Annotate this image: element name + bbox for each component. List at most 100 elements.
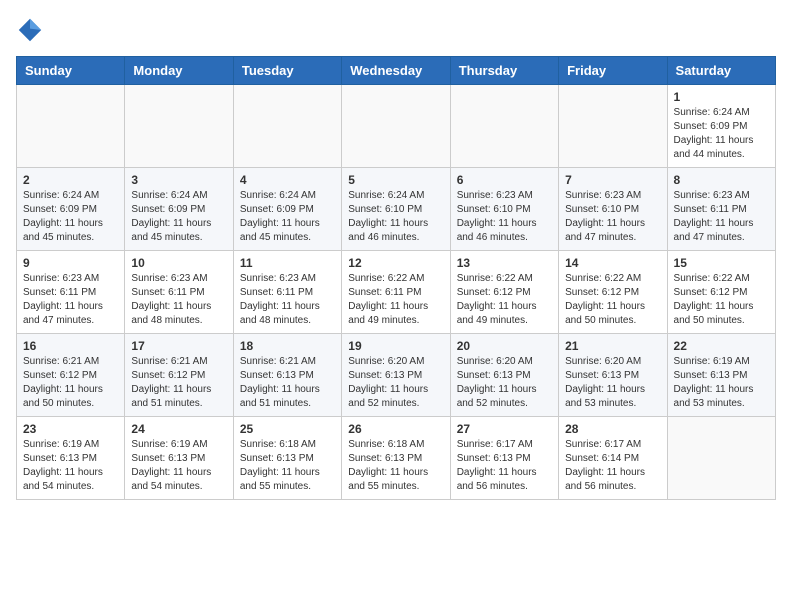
calendar-header-wednesday: Wednesday [342, 57, 450, 85]
day-number: 23 [23, 422, 118, 436]
calendar-cell: 20 Sunrise: 6:20 AM Sunset: 6:13 PM Dayli… [450, 334, 558, 417]
calendar-week-3: 9 Sunrise: 6:23 AM Sunset: 6:11 PM Daylig… [17, 251, 776, 334]
day-number: 20 [457, 339, 552, 353]
day-number: 5 [348, 173, 443, 187]
calendar-cell: 24 Sunrise: 6:19 AM Sunset: 6:13 PM Dayli… [125, 417, 233, 500]
day-number: 9 [23, 256, 118, 270]
logo [16, 16, 48, 44]
calendar-cell: 27 Sunrise: 6:17 AM Sunset: 6:13 PM Dayli… [450, 417, 558, 500]
day-number: 25 [240, 422, 335, 436]
day-number: 24 [131, 422, 226, 436]
calendar-cell: 12 Sunrise: 6:22 AM Sunset: 6:11 PM Dayli… [342, 251, 450, 334]
day-info: Sunrise: 6:23 AM Sunset: 6:11 PM Dayligh… [674, 189, 769, 245]
calendar-week-4: 16 Sunrise: 6:21 AM Sunset: 6:12 PM Dayli… [17, 334, 776, 417]
calendar-cell [125, 85, 233, 168]
calendar-cell: 21 Sunrise: 6:20 AM Sunset: 6:13 PM Dayli… [559, 334, 667, 417]
calendar-cell: 19 Sunrise: 6:20 AM Sunset: 6:13 PM Dayli… [342, 334, 450, 417]
day-info: Sunrise: 6:22 AM Sunset: 6:12 PM Dayligh… [457, 272, 552, 328]
calendar-header-saturday: Saturday [667, 57, 775, 85]
calendar-cell: 14 Sunrise: 6:22 AM Sunset: 6:12 PM Dayli… [559, 251, 667, 334]
calendar-week-5: 23 Sunrise: 6:19 AM Sunset: 6:13 PM Dayli… [17, 417, 776, 500]
day-info: Sunrise: 6:24 AM Sunset: 6:10 PM Dayligh… [348, 189, 443, 245]
calendar-cell: 25 Sunrise: 6:18 AM Sunset: 6:13 PM Dayli… [233, 417, 341, 500]
calendar-cell: 10 Sunrise: 6:23 AM Sunset: 6:11 PM Dayli… [125, 251, 233, 334]
calendar-header-monday: Monday [125, 57, 233, 85]
day-info: Sunrise: 6:22 AM Sunset: 6:12 PM Dayligh… [674, 272, 769, 328]
day-info: Sunrise: 6:19 AM Sunset: 6:13 PM Dayligh… [131, 438, 226, 494]
day-number: 7 [565, 173, 660, 187]
day-info: Sunrise: 6:20 AM Sunset: 6:13 PM Dayligh… [348, 355, 443, 411]
calendar-cell: 5 Sunrise: 6:24 AM Sunset: 6:10 PM Daylig… [342, 168, 450, 251]
day-info: Sunrise: 6:21 AM Sunset: 6:12 PM Dayligh… [131, 355, 226, 411]
day-number: 12 [348, 256, 443, 270]
day-info: Sunrise: 6:23 AM Sunset: 6:11 PM Dayligh… [131, 272, 226, 328]
calendar-cell: 17Sunrise: 6:21 AM Sunset: 6:12 PM Dayli… [125, 334, 233, 417]
day-number: 2 [23, 173, 118, 187]
calendar-header-friday: Friday [559, 57, 667, 85]
calendar-cell: 13 Sunrise: 6:22 AM Sunset: 6:12 PM Dayli… [450, 251, 558, 334]
calendar-header-tuesday: Tuesday [233, 57, 341, 85]
day-number: 16 [23, 339, 118, 353]
calendar-cell: 1Sunrise: 6:24 AM Sunset: 6:09 PM Daylig… [667, 85, 775, 168]
calendar-header-row: SundayMondayTuesdayWednesdayThursdayFrid… [17, 57, 776, 85]
calendar-table: SundayMondayTuesdayWednesdayThursdayFrid… [16, 56, 776, 500]
day-number: 22 [674, 339, 769, 353]
day-info: Sunrise: 6:23 AM Sunset: 6:11 PM Dayligh… [240, 272, 335, 328]
day-number: 4 [240, 173, 335, 187]
day-number: 14 [565, 256, 660, 270]
day-info: Sunrise: 6:19 AM Sunset: 6:13 PM Dayligh… [23, 438, 118, 494]
calendar-cell [559, 85, 667, 168]
calendar-cell [342, 85, 450, 168]
calendar-cell: 16 Sunrise: 6:21 AM Sunset: 6:12 PM Dayli… [17, 334, 125, 417]
day-number: 15 [674, 256, 769, 270]
calendar-week-2: 2 Sunrise: 6:24 AM Sunset: 6:09 PM Daylig… [17, 168, 776, 251]
day-number: 28 [565, 422, 660, 436]
calendar-cell: 26 Sunrise: 6:18 AM Sunset: 6:13 PM Dayli… [342, 417, 450, 500]
day-info: Sunrise: 6:20 AM Sunset: 6:13 PM Dayligh… [457, 355, 552, 411]
day-info: Sunrise: 6:24 AM Sunset: 6:09 PM Dayligh… [23, 189, 118, 245]
calendar-cell: 15 Sunrise: 6:22 AM Sunset: 6:12 PM Dayli… [667, 251, 775, 334]
day-info: Sunrise: 6:23 AM Sunset: 6:10 PM Dayligh… [457, 189, 552, 245]
day-info: Sunrise: 6:19 AM Sunset: 6:13 PM Dayligh… [674, 355, 769, 411]
calendar-cell: 3 Sunrise: 6:24 AM Sunset: 6:09 PM Daylig… [125, 168, 233, 251]
day-info: Sunrise: 6:17 AM Sunset: 6:14 PM Dayligh… [565, 438, 660, 494]
day-info: Sunrise: 6:17 AM Sunset: 6:13 PM Dayligh… [457, 438, 552, 494]
day-info: Sunrise: 6:22 AM Sunset: 6:12 PM Dayligh… [565, 272, 660, 328]
day-number: 27 [457, 422, 552, 436]
calendar-cell: 23 Sunrise: 6:19 AM Sunset: 6:13 PM Dayli… [17, 417, 125, 500]
day-number: 21 [565, 339, 660, 353]
calendar-cell: 11 Sunrise: 6:23 AM Sunset: 6:11 PM Dayli… [233, 251, 341, 334]
calendar-cell: 6Sunrise: 6:23 AM Sunset: 6:10 PM Daylig… [450, 168, 558, 251]
calendar-cell: 4 Sunrise: 6:24 AM Sunset: 6:09 PM Daylig… [233, 168, 341, 251]
calendar-cell: 9Sunrise: 6:23 AM Sunset: 6:11 PM Daylig… [17, 251, 125, 334]
day-info: Sunrise: 6:20 AM Sunset: 6:13 PM Dayligh… [565, 355, 660, 411]
day-number: 11 [240, 256, 335, 270]
logo-icon [16, 16, 44, 44]
calendar-cell [17, 85, 125, 168]
calendar-cell: 28 Sunrise: 6:17 AM Sunset: 6:14 PM Dayli… [559, 417, 667, 500]
day-info: Sunrise: 6:22 AM Sunset: 6:11 PM Dayligh… [348, 272, 443, 328]
day-number: 26 [348, 422, 443, 436]
day-number: 19 [348, 339, 443, 353]
calendar-header-thursday: Thursday [450, 57, 558, 85]
calendar-cell: 22 Sunrise: 6:19 AM Sunset: 6:13 PM Dayli… [667, 334, 775, 417]
day-number: 10 [131, 256, 226, 270]
day-info: Sunrise: 6:18 AM Sunset: 6:13 PM Dayligh… [348, 438, 443, 494]
day-info: Sunrise: 6:21 AM Sunset: 6:12 PM Dayligh… [23, 355, 118, 411]
day-number: 13 [457, 256, 552, 270]
day-info: Sunrise: 6:24 AM Sunset: 6:09 PM Dayligh… [240, 189, 335, 245]
calendar-cell [667, 417, 775, 500]
calendar-cell: 18 Sunrise: 6:21 AM Sunset: 6:13 PM Dayli… [233, 334, 341, 417]
calendar-cell [450, 85, 558, 168]
day-info: Sunrise: 6:24 AM Sunset: 6:09 PM Dayligh… [131, 189, 226, 245]
day-number: 1 [674, 90, 769, 104]
calendar-cell: 8Sunrise: 6:23 AM Sunset: 6:11 PM Daylig… [667, 168, 775, 251]
calendar-cell: 7 Sunrise: 6:23 AM Sunset: 6:10 PM Daylig… [559, 168, 667, 251]
day-number: 18 [240, 339, 335, 353]
page-header [16, 16, 776, 44]
calendar-cell [233, 85, 341, 168]
day-info: Sunrise: 6:18 AM Sunset: 6:13 PM Dayligh… [240, 438, 335, 494]
day-info: Sunrise: 6:23 AM Sunset: 6:10 PM Dayligh… [565, 189, 660, 245]
day-info: Sunrise: 6:21 AM Sunset: 6:13 PM Dayligh… [240, 355, 335, 411]
day-number: 3 [131, 173, 226, 187]
